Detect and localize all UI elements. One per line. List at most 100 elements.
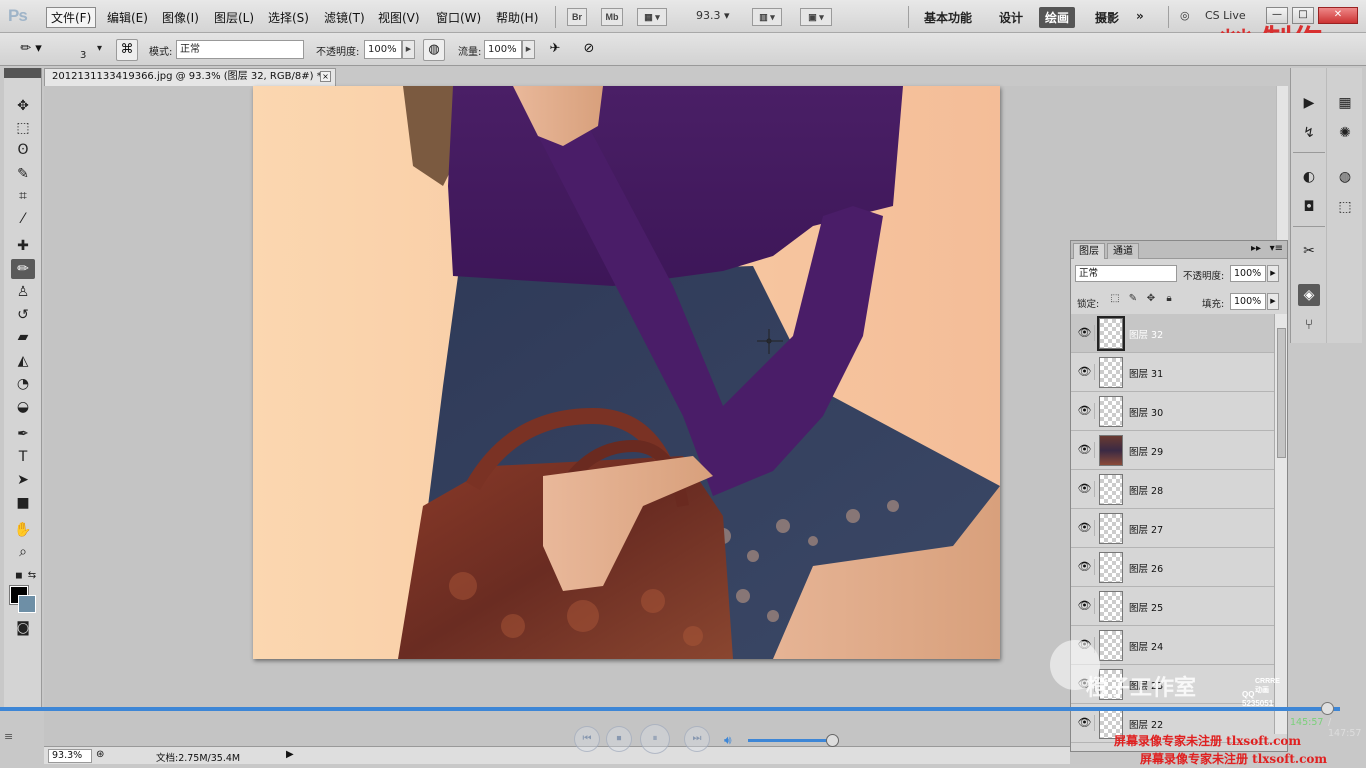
opacity-input[interactable]: 100% [364,40,402,59]
actions-panel-icon[interactable]: ▶ [1298,92,1320,114]
brush-panel-toggle-icon[interactable]: ⌘ [116,39,138,61]
more-workspaces-icon[interactable]: » [1130,7,1150,25]
layer-name[interactable]: 图层 26 [1129,561,1163,575]
bridge-button[interactable]: Br [567,8,587,26]
brush-picker-dropdown-icon[interactable]: ▾ [97,43,102,54]
clone-stamp-icon[interactable]: ♙ [11,282,35,302]
path-select-icon[interactable]: ➤ [11,470,35,490]
screen-mode-button[interactable]: ▣ ▾ [800,8,832,26]
lock-pixels-icon[interactable]: ✎ [1127,293,1139,305]
flow-input[interactable]: 100% [484,40,522,59]
layer-thumbnail[interactable] [1099,591,1123,622]
type-icon[interactable]: T [11,447,35,467]
playback-progress-knob[interactable] [1320,702,1334,715]
cs-live-icon[interactable]: ◎ [1180,9,1190,22]
quick-select-icon[interactable]: ✎ [11,164,35,184]
layer-visibility-eye-icon[interactable]: 👁︎ [1075,520,1095,536]
layer-name[interactable]: 图层 28 [1129,483,1163,497]
layer-row[interactable]: 👁︎ 图层 28 [1071,470,1274,509]
dodge-icon[interactable]: ◒ [11,397,35,417]
player-prev-button[interactable]: ⏮ [574,726,600,752]
layer-name[interactable]: 图层 25 [1129,600,1163,614]
flow-slider-button[interactable]: ▶ [522,40,535,59]
close-document-icon[interactable]: × [320,71,331,82]
background-color-swatch[interactable] [18,595,36,613]
menu-image[interactable]: 图像(I) [158,8,203,27]
workspace-essentials[interactable]: 基本功能 [918,7,978,28]
eyedropper-icon[interactable]: ⁄ [11,209,35,229]
player-pause-button[interactable]: ⏸ [640,724,670,754]
hand-icon[interactable]: ✋ [11,520,35,540]
brush-icon[interactable]: ✏ [11,259,35,279]
toolbox-header[interactable] [4,68,41,78]
arrange-documents-button[interactable]: ▥ ▾ [752,8,782,26]
paint-bucket-icon[interactable]: ◭ [11,351,35,371]
fill-input[interactable]: 100% [1230,293,1266,310]
layer-visibility-eye-icon[interactable]: 👁︎ [1075,403,1095,419]
layer-name[interactable]: 图层 22 [1129,717,1163,731]
brush-size-value[interactable]: 3 [80,50,86,61]
layer-visibility-eye-icon[interactable]: 👁︎ [1075,715,1095,731]
player-stop-button[interactable]: ⏹ [606,726,632,752]
layer-thumbnail[interactable] [1099,435,1123,466]
volume-slider-knob[interactable] [825,734,839,747]
pressure-size-icon[interactable]: ⊘ [578,39,600,61]
layer-opacity-input[interactable]: 100% [1230,265,1266,282]
workspace-design[interactable]: 设计 [993,7,1029,28]
zoom-level[interactable]: 93.3 [696,9,721,22]
layer-name[interactable]: 图层 30 [1129,405,1163,419]
layer-thumbnail[interactable] [1099,357,1123,388]
status-zoom-input[interactable]: 93.3% [48,749,92,763]
airbrush-icon[interactable]: ✈ [544,39,566,61]
fill-slider-button[interactable]: ▶ [1267,293,1279,310]
menu-window[interactable]: 窗口(W) [432,8,485,27]
workspace-painting[interactable]: 绘画 [1039,7,1076,28]
lasso-icon[interactable]: ʘ [11,140,35,160]
workspace-photography[interactable]: 摄影 [1089,7,1125,28]
lock-position-icon[interactable]: ✥ [1145,293,1157,305]
layer-opacity-slider-button[interactable]: ▶ [1267,265,1279,282]
navigator-panel-icon[interactable]: ✺ [1334,122,1356,144]
volume-slider[interactable] [748,739,838,742]
lock-all-icon[interactable]: 🔒︎ [1163,293,1175,305]
masks-panel-icon[interactable]: ◘ [1298,196,1320,218]
layer-thumbnail[interactable] [1099,513,1123,544]
layer-visibility-eye-icon[interactable]: 👁︎ [1075,559,1095,575]
history-brush-icon[interactable]: ↺ [11,305,35,325]
panel-menu-icon[interactable]: ▾≡ [1270,243,1283,254]
minibridge-button[interactable]: Mb [601,8,623,26]
layer-thumbnail[interactable] [1099,396,1123,427]
healing-brush-icon[interactable]: ✚ [11,236,35,256]
marquee-icon[interactable]: ⬚ [11,118,35,138]
layer-name[interactable]: 图层 29 [1129,444,1163,458]
quick-mask-icon[interactable]: ◙ [11,618,35,638]
blend-mode-select[interactable]: 正常 [1075,265,1177,282]
zoom-icon[interactable]: ⌕ [11,542,35,562]
layer-thumbnail[interactable] [1097,316,1125,351]
menu-layer[interactable]: 图层(L) [210,8,258,27]
blur-icon[interactable]: ◔ [11,374,35,394]
layer-row[interactable]: 👁︎ 图层 25 [1071,587,1274,626]
volume-icon[interactable]: 🔊︎ [724,733,732,748]
adjustments-panel-icon[interactable]: ◐ [1298,166,1320,188]
menu-file[interactable]: 文件(F) [46,7,97,28]
tab-channels[interactable]: 通道 [1107,243,1139,259]
tool-presets-panel-icon[interactable]: ✂ [1298,240,1320,262]
close-button[interactable]: ✕ [1318,7,1358,24]
player-next-button[interactable]: ⏭ [684,726,710,752]
layer-row[interactable]: 👁︎ 图层 26 [1071,548,1274,587]
styles-panel-icon[interactable]: ◍ [1334,166,1356,188]
pressure-opacity-icon[interactable]: ◍ [423,39,445,61]
status-info-icon[interactable]: ⊛ [96,749,104,760]
menu-edit[interactable]: 编辑(E) [103,8,152,27]
menu-select[interactable]: 选择(S) [264,8,313,27]
layer-visibility-eye-icon[interactable]: 👁︎ [1075,598,1095,614]
opacity-slider-button[interactable]: ▶ [402,40,415,59]
playback-progress-bar[interactable] [0,707,1340,711]
layer-row[interactable]: 👁︎ 图层 30 [1071,392,1274,431]
layer-row[interactable]: 👁︎ 图层 32 [1071,314,1274,353]
tab-layers[interactable]: 图层 [1073,243,1105,259]
menu-view[interactable]: 视图(V) [374,8,424,27]
menu-filter[interactable]: 滤镜(T) [320,8,369,27]
layer-visibility-eye-icon[interactable]: 👁︎ [1075,442,1095,458]
